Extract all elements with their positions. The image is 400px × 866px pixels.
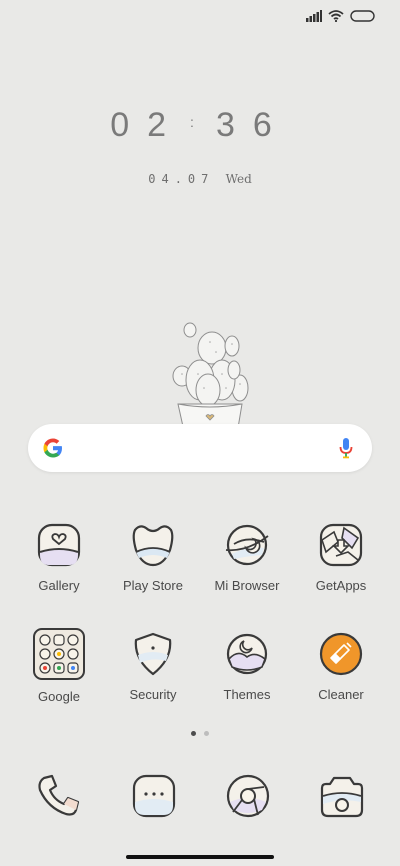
app-label: Mi Browser xyxy=(214,578,280,593)
clock-separator: : xyxy=(190,113,194,130)
app-themes[interactable]: Themes xyxy=(202,631,292,702)
dock-messages[interactable] xyxy=(130,772,182,822)
wifi-icon xyxy=(328,10,344,22)
phone-icon xyxy=(38,774,80,816)
date-digits: 04.07 xyxy=(148,172,215,186)
voice-search-mic-icon[interactable] xyxy=(338,436,354,460)
dock-chrome[interactable] xyxy=(224,772,276,822)
page-dot-active[interactable] xyxy=(191,731,196,736)
app-label: GetApps xyxy=(315,578,367,593)
gallery-icon xyxy=(37,523,81,567)
camera-icon xyxy=(320,776,364,818)
clock-minutes: 36 xyxy=(215,106,290,144)
app-security[interactable]: Security xyxy=(108,631,198,702)
app-label: Play Store xyxy=(123,578,183,593)
getapps-icon xyxy=(319,523,363,567)
app-label: Gallery xyxy=(38,578,80,593)
app-gallery[interactable]: Gallery xyxy=(14,522,104,593)
app-label: Cleaner xyxy=(318,687,364,702)
clock-widget[interactable]: 02 : 36 xyxy=(0,106,400,145)
google-g-icon xyxy=(43,438,62,458)
themes-icon xyxy=(226,633,268,675)
app-google-folder[interactable]: Google xyxy=(14,627,104,704)
page-indicator[interactable] xyxy=(0,731,400,736)
dock-phone[interactable] xyxy=(34,772,86,822)
google-search-bar[interactable] xyxy=(28,424,372,472)
dock-camera[interactable] xyxy=(318,772,370,822)
app-cleaner[interactable]: Cleaner xyxy=(296,631,386,702)
app-label: Themes xyxy=(223,687,271,702)
app-mi-browser[interactable]: Mi Browser xyxy=(202,522,292,593)
date-weekday: Wed xyxy=(225,172,252,186)
signal-icon xyxy=(306,10,322,22)
security-icon xyxy=(134,632,172,676)
play-store-icon xyxy=(132,525,174,567)
cleaner-icon xyxy=(319,632,363,676)
app-label: Google xyxy=(38,689,80,704)
home-gesture-bar[interactable] xyxy=(126,855,274,859)
app-play-store[interactable]: Play Store xyxy=(108,522,198,593)
battery-icon xyxy=(350,10,375,22)
app-getapps[interactable]: GetApps xyxy=(296,522,386,593)
status-bar xyxy=(306,10,376,22)
search-input[interactable] xyxy=(78,436,322,462)
date-label[interactable]: 04.07 Wed xyxy=(0,172,400,186)
clock-hours: 02 xyxy=(110,106,185,144)
page-dot[interactable] xyxy=(204,731,209,736)
chrome-icon xyxy=(226,774,270,818)
google-folder-icon xyxy=(33,628,85,680)
messages-icon xyxy=(132,774,176,818)
app-label: Security xyxy=(129,687,177,702)
mi-browser-icon xyxy=(225,524,269,566)
